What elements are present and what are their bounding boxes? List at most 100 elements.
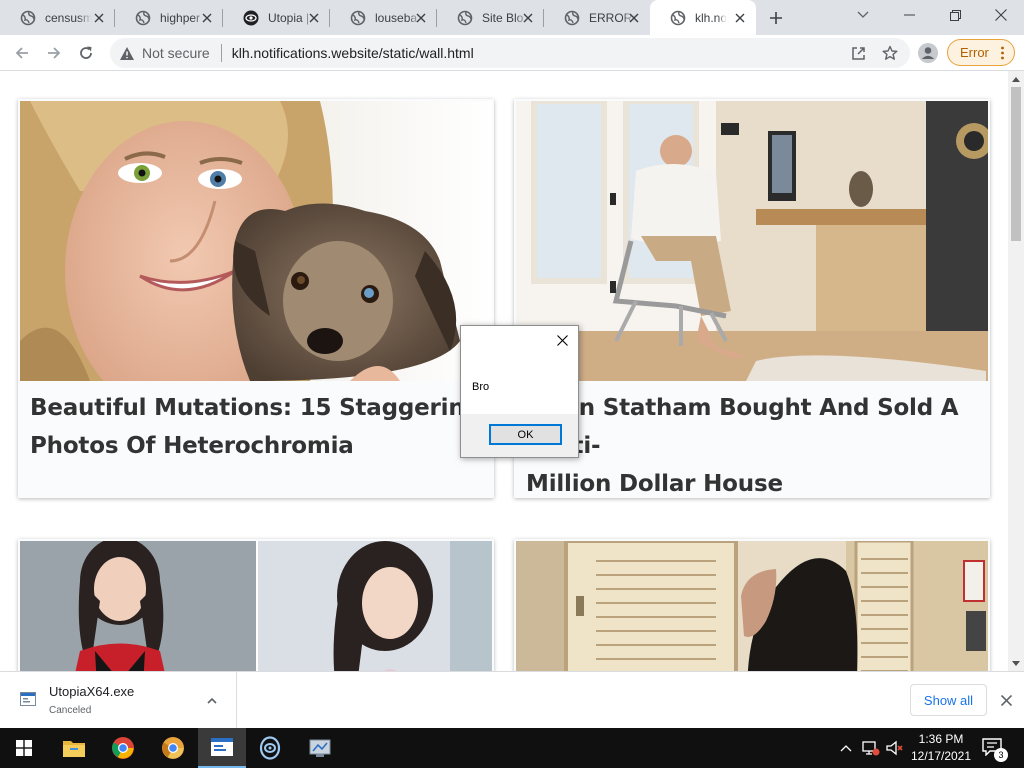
security-label[interactable]: Not secure (142, 45, 210, 61)
url-text[interactable]: klh.notifications.website/static/wall.ht… (232, 45, 474, 61)
dialog-footer: OK (461, 414, 578, 457)
taskbar-active-app[interactable] (198, 728, 246, 768)
volume-muted-icon (886, 740, 903, 756)
globe-icon (135, 10, 151, 25)
bookmark-button[interactable] (880, 43, 900, 63)
error-label: Error (960, 45, 989, 60)
article-headline[interactable]: Jason Statham Bought And Sold A Multi- M… (526, 389, 990, 503)
plus-icon (770, 12, 782, 24)
tab-title: klh.noti (695, 10, 727, 25)
scroll-up-arrow[interactable] (1012, 75, 1020, 83)
window-close-button[interactable] (978, 0, 1024, 30)
network-app-icon (309, 739, 331, 757)
scrollbar-thumb[interactable] (1011, 87, 1021, 241)
tab-close-icon[interactable] (626, 10, 642, 26)
download-item[interactable]: UtopiaX64.exe Canceled (0, 672, 237, 728)
chrome-icon (112, 737, 134, 759)
window-app-icon (211, 738, 233, 756)
tab-site-blocked[interactable]: Site Blo (437, 0, 544, 35)
globe-icon (350, 10, 366, 25)
article-card-statham-house[interactable]: Jason Statham Bought And Sold A Multi- M… (514, 99, 990, 498)
article-card-heterochromia[interactable]: Beautiful Mutations: 15 Staggering Photo… (18, 99, 494, 498)
article-image-two-women[interactable] (20, 541, 492, 671)
tab-close-icon[interactable] (732, 10, 748, 26)
taskbar-network-app[interactable] (296, 728, 344, 768)
tab-close-icon[interactable] (413, 10, 429, 26)
file-icon (20, 692, 36, 706)
tab-klh-notifications[interactable]: klh.noti (650, 0, 756, 35)
minimize-button[interactable] (886, 0, 932, 30)
clock-date: 12/17/2021 (910, 749, 972, 763)
tray-volume[interactable] (884, 728, 906, 768)
error-menu-button[interactable]: Error (947, 39, 1015, 66)
tab-highper[interactable]: highper (115, 0, 223, 35)
windows-taskbar: 1:36 PM 12/17/2021 3 (0, 728, 1024, 768)
restore-button[interactable] (932, 0, 978, 30)
taskbar-chrome-canary[interactable] (149, 728, 197, 768)
restore-icon (949, 9, 961, 21)
close-icon (995, 9, 1007, 21)
start-button[interactable] (0, 728, 48, 768)
warning-icon[interactable] (118, 44, 136, 62)
tray-overflow-button[interactable] (836, 728, 856, 768)
scroll-down-arrow[interactable] (1012, 659, 1020, 667)
profile-button[interactable] (914, 39, 942, 67)
share-icon (851, 46, 865, 60)
chevron-down-icon (857, 11, 869, 18)
more-vert-icon (1001, 46, 1004, 60)
article-image-woman-at-shutters[interactable] (516, 541, 988, 671)
share-button[interactable] (848, 43, 868, 63)
tray-network[interactable] (860, 728, 882, 768)
taskbar-utopia[interactable] (246, 728, 294, 768)
tab-censusm[interactable]: censusm (0, 0, 115, 35)
browser-toolbar: Not secure klh.notifications.website/sta… (0, 35, 1024, 71)
back-arrow-icon (15, 47, 28, 59)
taskbar-chrome[interactable] (99, 728, 147, 768)
tab-strip: censusm highper Utopia | louseba Site Bl… (0, 0, 1024, 35)
taskbar-file-explorer[interactable] (50, 728, 98, 768)
new-tab-button[interactable] (764, 6, 788, 30)
taskbar-clock[interactable]: 1:36 PM 12/17/2021 (908, 731, 974, 765)
folder-icon (63, 741, 85, 757)
notification-count-badge: 3 (994, 748, 1008, 762)
tab-search-button[interactable] (840, 0, 886, 30)
alert-dialog: Bro OK (460, 325, 579, 458)
globe-icon (20, 10, 36, 25)
back-button[interactable] (8, 39, 36, 67)
address-bar[interactable]: Not secure klh.notifications.website/sta… (110, 38, 910, 68)
globe-icon (670, 10, 686, 25)
article-image-man-in-office[interactable] (516, 101, 988, 381)
article-headline[interactable]: Beautiful Mutations: 15 Staggering Photo… (30, 389, 481, 465)
dialog-close-button[interactable] (554, 332, 570, 348)
tab-close-icon[interactable] (306, 10, 322, 26)
tab-louseba[interactable]: louseba (330, 0, 437, 35)
page-scrollbar[interactable] (1008, 71, 1024, 671)
reload-button[interactable] (72, 39, 100, 67)
close-icon (556, 334, 568, 346)
tab-error[interactable]: ERROR: (544, 0, 650, 35)
dialog-message: Bro (472, 381, 490, 393)
article-image-woman-with-puppy[interactable] (20, 101, 492, 381)
globe-icon (564, 10, 580, 25)
avatar-icon (918, 43, 938, 63)
download-bar-close-button[interactable] (998, 692, 1014, 708)
download-status: Canceled (49, 705, 92, 716)
chevron-up-icon[interactable] (205, 694, 219, 708)
network-icon (862, 741, 880, 756)
action-center-button[interactable]: 3 (982, 738, 1008, 762)
headline-line-1: Beautiful Mutations: 15 Staggering (30, 395, 481, 421)
tab-utopia[interactable]: Utopia | (223, 0, 330, 35)
ok-button[interactable]: OK (489, 424, 562, 445)
tab-close-icon[interactable] (91, 10, 107, 26)
article-card-two-women[interactable] (18, 539, 494, 671)
windows-logo-icon (16, 740, 32, 756)
close-icon (1000, 694, 1012, 706)
tab-close-icon[interactable] (199, 10, 215, 26)
forward-button[interactable] (40, 39, 68, 67)
tab-title: censusm (45, 10, 92, 25)
tab-close-icon[interactable] (520, 10, 536, 26)
article-card-woman-window[interactable] (514, 539, 990, 671)
utopia-logo-icon (259, 736, 281, 760)
show-all-button[interactable]: Show all (910, 684, 987, 716)
headline-line-1: Jason Statham Bought And Sold A Multi- (526, 395, 959, 459)
